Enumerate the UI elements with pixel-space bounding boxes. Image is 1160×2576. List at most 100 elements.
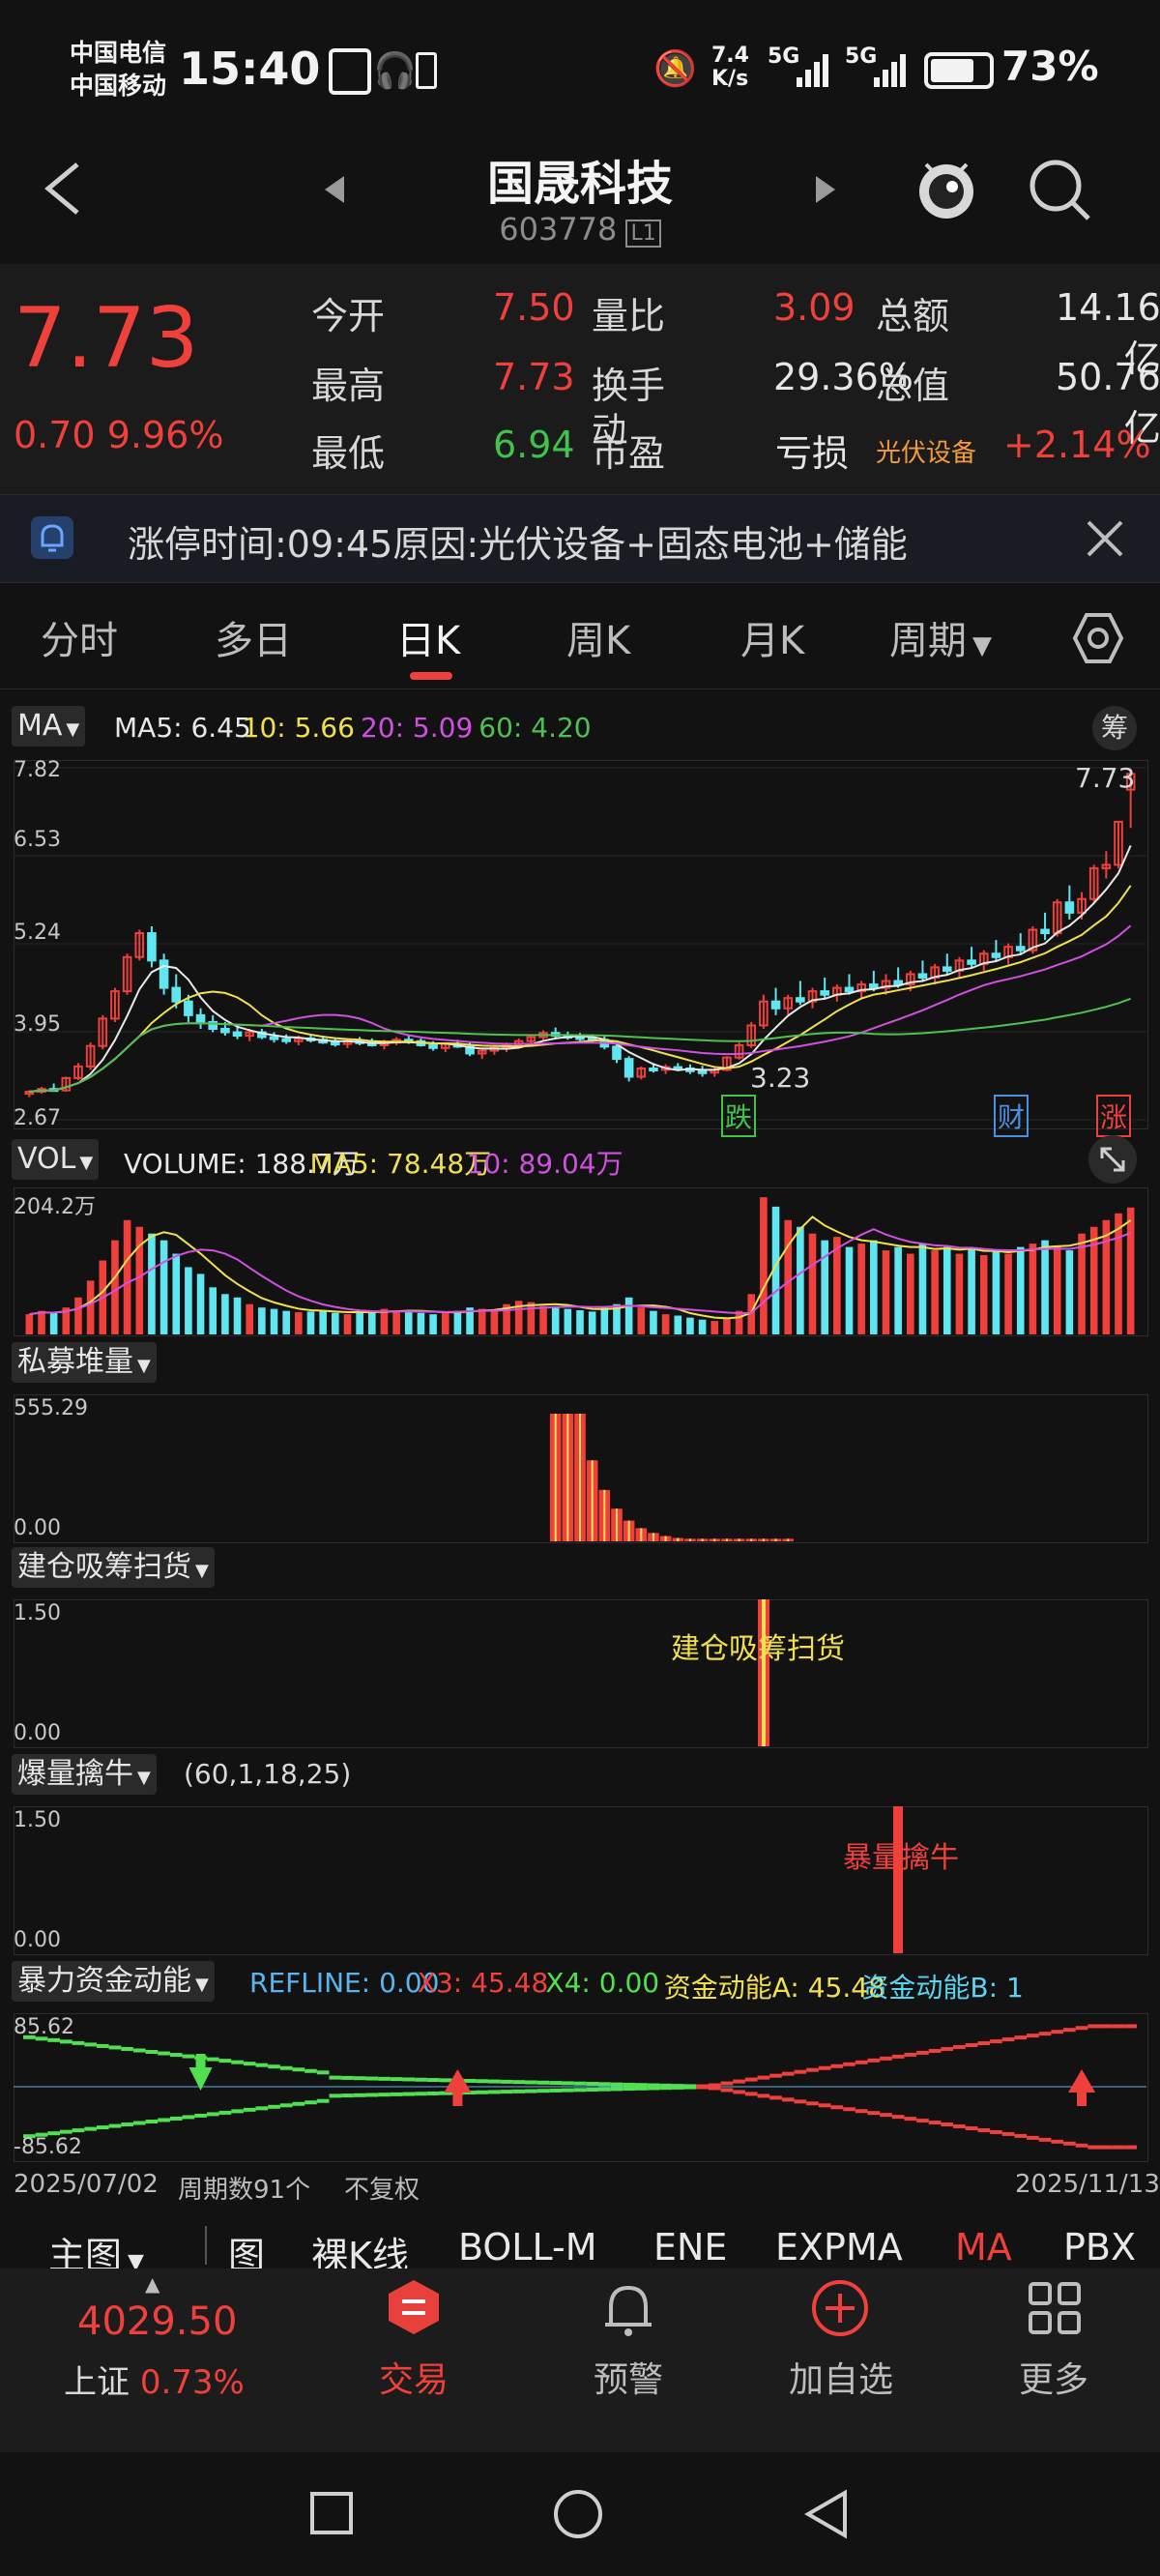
capital-upper-step — [794, 2069, 807, 2074]
indicator-item-expma[interactable]: EXPMA — [775, 2226, 903, 2269]
capital-lower-step — [59, 2129, 72, 2134]
sector-name[interactable]: 光伏设备 — [876, 433, 976, 469]
private-fund-indicator-button[interactable]: 私募堆量 ▼ — [12, 1342, 157, 1383]
volume-bar — [160, 1240, 168, 1334]
capital-indicator-button[interactable]: 暴力资金动能 ▼ — [12, 1961, 215, 2002]
volume-bar — [784, 1219, 793, 1334]
accumulate-y-min: 0.00 — [14, 1721, 61, 1745]
volume-bar — [894, 1246, 902, 1334]
volume-bar — [710, 1321, 719, 1334]
nav-alert[interactable]: 预警 — [551, 2352, 706, 2402]
capital-lower-step — [1063, 2141, 1076, 2146]
volume-chart[interactable] — [14, 1187, 1146, 1334]
capital-upper-step — [72, 2040, 85, 2045]
volume-bar — [564, 1308, 572, 1334]
capital-upper-step — [818, 2065, 831, 2070]
chip-distribution-button[interactable]: 筹 — [1092, 706, 1137, 750]
alert-icon — [601, 2280, 655, 2338]
volume-bull-indicator-button[interactable]: 爆量擒牛 ▼ — [12, 1754, 157, 1795]
private-fund-bar-core — [738, 1538, 740, 1541]
mute-icon: 🔕 — [653, 49, 697, 89]
nav-trade[interactable]: 交易 — [336, 2352, 491, 2402]
back-nav-button[interactable] — [802, 2489, 851, 2539]
tab-daily-k[interactable]: 日K — [396, 609, 460, 665]
candle-body — [869, 983, 879, 989]
private-fund-bar-core — [774, 1538, 777, 1541]
nav-more[interactable]: 更多 — [976, 2352, 1131, 2402]
volume-indicator-button[interactable]: VOL ▼ — [12, 1139, 100, 1180]
volume-bar — [367, 1310, 376, 1334]
recent-apps-button[interactable] — [309, 2491, 354, 2535]
battery-icon — [924, 52, 994, 89]
mascot-button[interactable] — [913, 155, 980, 222]
volume-bar — [478, 1308, 486, 1334]
nav-add-watchlist[interactable]: 加自选 — [764, 2352, 918, 2402]
capital-lower-step — [610, 2087, 624, 2092]
event-marker-down[interactable]: 跌 — [721, 1095, 757, 1137]
expand-button[interactable] — [1088, 1135, 1137, 1184]
min-price-label: 3.23 — [750, 1062, 811, 1094]
capital-lower-step — [353, 2093, 366, 2097]
capital-upper-step — [365, 2076, 379, 2081]
home-button[interactable] — [553, 2489, 603, 2539]
capital-lower-step — [132, 2121, 146, 2125]
capital-upper-step — [757, 2075, 770, 2080]
event-marker-finance[interactable]: 财 — [994, 1095, 1030, 1137]
volume-bull-y-min: 0.00 — [14, 1928, 61, 1952]
capital-lower-step — [231, 2109, 244, 2114]
capital-upper-step — [1014, 2035, 1028, 2040]
index-value[interactable]: 4029.50 — [77, 2299, 237, 2344]
index-summary[interactable]: 上证 0.73% — [64, 2356, 245, 2403]
capital-lower-step — [84, 2126, 97, 2131]
capital-lower-step — [549, 2088, 563, 2093]
close-notice-button[interactable] — [1083, 516, 1127, 561]
tab-intraday[interactable]: 分时 — [41, 609, 118, 665]
kline-chart[interactable] — [14, 760, 1146, 1127]
tab-multiday[interactable]: 多日 — [215, 609, 292, 665]
volume-bar — [1029, 1244, 1037, 1334]
indicator-item-ene[interactable]: ENE — [653, 2226, 727, 2269]
volume-bar — [123, 1219, 131, 1334]
capital-lower-step — [916, 2119, 929, 2123]
candle-body — [612, 1045, 622, 1061]
capital-lower-step — [1051, 2139, 1064, 2144]
accumulate-indicator-button[interactable]: 建仓吸筹扫货 ▼ — [12, 1547, 215, 1588]
nfc-icon — [329, 48, 371, 95]
capital-upper-step — [279, 2065, 293, 2070]
vol-legend-item-2: 10: 89.04万 — [466, 1148, 624, 1180]
next-stock-button[interactable] — [814, 174, 837, 209]
kline-y-label-3: 3.95 — [14, 1012, 61, 1037]
capital-chart — [14, 2024, 1146, 2150]
indicator-item-ma[interactable]: MA — [955, 2226, 1012, 2269]
quote-value-3: 3.09 — [773, 286, 856, 329]
tab-period[interactable]: 周期 ▼ — [889, 609, 992, 665]
tab-weekly-k[interactable]: 周K — [566, 609, 630, 665]
volume-bar — [637, 1307, 646, 1334]
main-indicator-button[interactable]: MA ▼ — [12, 706, 86, 746]
capital-upper-step — [341, 2075, 354, 2080]
capital-lower-step — [378, 2093, 391, 2097]
event-marker-up[interactable]: 涨 — [1096, 1095, 1132, 1137]
chart-settings-button[interactable] — [1071, 611, 1125, 665]
capital-lower-step — [733, 2090, 745, 2094]
capital-upper-step — [206, 2057, 219, 2062]
collapse-arrow-icon[interactable]: ▲ — [145, 2272, 160, 2296]
ma20-line — [29, 924, 1132, 1094]
quote-label-1: 最高 — [311, 365, 386, 407]
cap-legend-item-2: X4: 0.00 — [545, 1967, 660, 1999]
stock-code: 603778 — [499, 211, 618, 248]
tab-monthly-k[interactable]: 月K — [740, 609, 804, 665]
candle-body — [269, 1036, 279, 1040]
search-button[interactable] — [1027, 157, 1094, 224]
signal-1-label: 5G — [768, 44, 800, 69]
quote-value-1: 7.73 — [493, 356, 575, 398]
capital-upper-step — [59, 2039, 72, 2044]
capital-lower-step — [402, 2092, 416, 2096]
capital-lower-step — [880, 2113, 892, 2118]
capital-lower-step — [304, 2100, 317, 2105]
adjust-mode[interactable]: 不复权 — [344, 2170, 420, 2206]
indicator-item-pbx[interactable]: PBX — [1063, 2226, 1136, 2269]
indicator-item-boll[interactable]: BOLL-M — [458, 2226, 596, 2269]
candle-body — [195, 1013, 206, 1023]
capital-upper-step — [928, 2048, 942, 2053]
